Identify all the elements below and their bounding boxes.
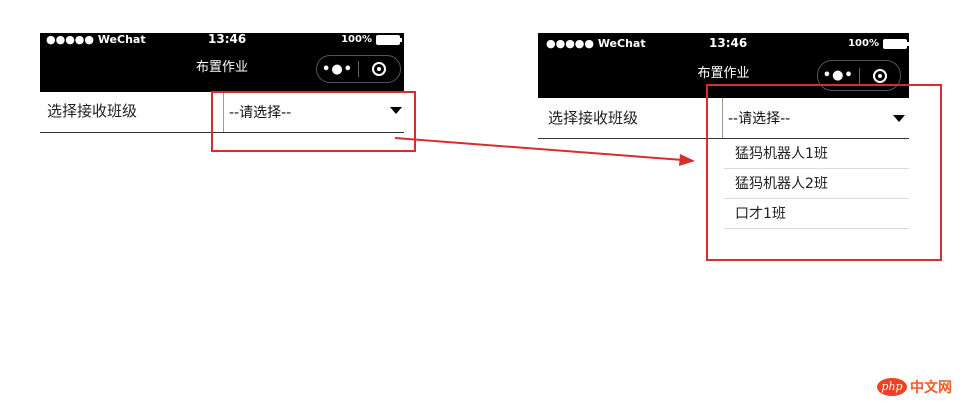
highlight-box-select: [211, 91, 416, 152]
header-bar: ●●●●● WeChat 13:46 100% 布置作业 •●•: [40, 33, 404, 92]
status-time: 13:46: [709, 36, 748, 50]
carrier-label: ●●●●● WeChat: [46, 33, 146, 46]
battery-percent: 100%: [848, 38, 879, 49]
carrier-label: ●●●●● WeChat: [546, 37, 646, 50]
class-select-label: 选择接收班级: [47, 102, 138, 120]
status-bar: ●●●●● WeChat 13:46 100%: [538, 33, 909, 50]
watermark: php 中文网: [877, 377, 952, 397]
more-dots-icon[interactable]: •●•: [317, 56, 358, 82]
status-time: 13:46: [208, 32, 247, 46]
watermark-text: 中文网: [910, 380, 952, 396]
capsule-menu: •●•: [316, 55, 401, 83]
battery-status: 100%: [848, 37, 909, 50]
battery-icon: [376, 34, 402, 45]
target-icon: [372, 62, 387, 76]
class-select-label: 选择接收班级: [548, 109, 639, 127]
battery-percent: 100%: [341, 34, 372, 45]
status-bar: ●●●●● WeChat 13:46 100%: [40, 33, 404, 46]
target-icon: [872, 68, 887, 83]
battery-status: 100%: [341, 33, 402, 46]
php-logo-badge: php: [877, 378, 907, 396]
page-title: 布置作业: [195, 60, 249, 75]
annotation-arrow: [394, 137, 695, 166]
battery-icon: [883, 38, 909, 49]
close-miniprogram-button[interactable]: [359, 56, 400, 82]
page-title: 布置作业: [697, 66, 750, 81]
highlight-box-options: [706, 84, 942, 261]
